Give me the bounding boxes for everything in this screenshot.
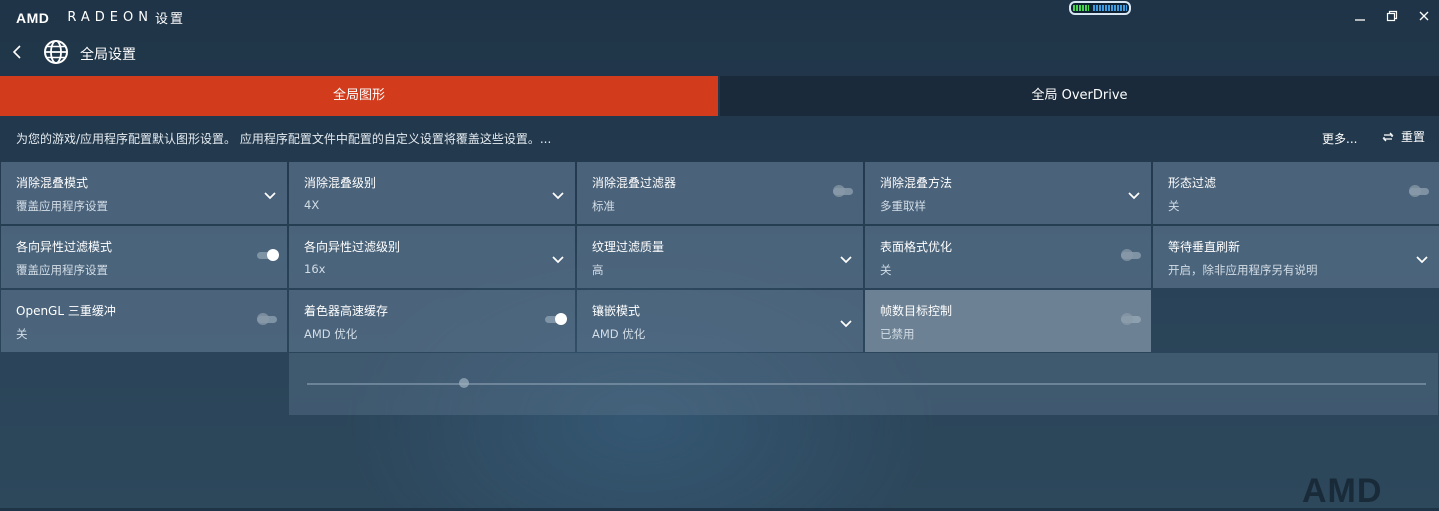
battery-remaining: [1093, 5, 1127, 11]
chevron-down-icon[interactable]: [839, 250, 853, 264]
back-button[interactable]: [8, 42, 28, 62]
battery-indicator: [1069, 1, 1131, 15]
close-icon: [1419, 11, 1429, 21]
toggle-knob: [555, 313, 567, 325]
setting-anti-aliasing-mode[interactable]: 消除混叠模式覆盖应用程序设置: [1, 162, 287, 224]
chevron-left-icon: [12, 45, 21, 59]
setting-label: 等待垂直刷新: [1168, 240, 1241, 254]
setting-label: 消除混叠过滤器: [592, 176, 677, 190]
setting-value: 关: [880, 263, 892, 277]
minimize-button[interactable]: [1348, 6, 1372, 26]
setting-label: 表面格式优化: [880, 240, 953, 254]
toggle-knob: [833, 185, 845, 197]
globe-icon: [42, 38, 70, 66]
setting-label: 镶嵌模式: [592, 304, 641, 318]
minimize-icon: [1355, 19, 1365, 21]
setting-label: 各向异性过滤级别: [304, 240, 401, 254]
chevron-down-icon[interactable]: [263, 186, 277, 200]
setting-label: 消除混叠模式: [16, 176, 89, 190]
toggle-knob: [1121, 249, 1133, 261]
chevron-down-icon[interactable]: [1127, 186, 1141, 200]
setting-label: 消除混叠方法: [880, 176, 953, 190]
amd-watermark: AMD: [1302, 472, 1383, 510]
setting-label: 纹理过滤质量: [592, 240, 665, 254]
page-description: 为您的游戏/应用程序配置默认图形设置。 应用程序配置文件中配置的自定义设置将覆盖…: [16, 132, 552, 146]
toggle-switch[interactable]: [1121, 312, 1143, 326]
tab-global-graphics[interactable]: 全局图形: [0, 76, 718, 116]
toggle-switch[interactable]: [257, 248, 279, 262]
more-link[interactable]: 更多...: [1322, 130, 1357, 147]
setting-value: 标准: [592, 199, 615, 213]
toggle-switch[interactable]: [833, 184, 855, 198]
setting-value: 开启，除非应用程序另有说明: [1168, 263, 1318, 277]
setting-anti-aliasing-level[interactable]: 消除混叠级别 4X: [289, 162, 575, 224]
reset-icon: [1382, 132, 1394, 141]
setting-value: 关: [16, 327, 28, 341]
reset-button[interactable]: 重置: [1382, 128, 1425, 145]
setting-value: 覆盖应用程序设置: [16, 199, 108, 213]
radeon-wordmark: RADEON: [67, 10, 153, 25]
setting-value: 高: [592, 263, 604, 277]
maximize-button[interactable]: [1380, 6, 1404, 26]
setting-morphological-filtering[interactable]: 形态过滤关: [1153, 162, 1439, 224]
chevron-down-icon[interactable]: [551, 250, 565, 264]
battery-fill: [1073, 5, 1089, 11]
toggle-knob: [1409, 185, 1421, 197]
setting-texture-filtering-quality[interactable]: 纹理过滤质量高: [577, 226, 863, 288]
settings-wordmark: 设置: [154, 12, 185, 27]
setting-frame-rate-target-control[interactable]: 帧数目标控制 已禁用: [865, 290, 1151, 352]
description-row: 为您的游戏/应用程序配置默认图形设置。 应用程序配置文件中配置的自定义设置将覆盖…: [0, 122, 1439, 152]
chevron-down-icon[interactable]: [839, 314, 853, 328]
setting-value: 4X: [304, 198, 320, 212]
setting-value: 已禁用: [880, 327, 915, 341]
nav-bar: 全局设置: [0, 36, 400, 72]
setting-label: 各向异性过滤模式: [16, 240, 113, 254]
slider-thumb[interactable]: [459, 378, 469, 388]
maximize-icon: [1386, 10, 1398, 22]
setting-surface-format-optimization[interactable]: 表面格式优化关: [865, 226, 1151, 288]
setting-label: OpenGL 三重缓冲: [16, 304, 116, 318]
app-brand: AMD RADEON 设置: [16, 8, 185, 28]
setting-value: 多重取样: [880, 199, 926, 213]
setting-value: AMD 优化: [592, 327, 646, 341]
setting-value: 关: [1168, 199, 1180, 213]
page-title: 全局设置: [80, 47, 136, 63]
setting-wait-for-vertical-refresh[interactable]: 等待垂直刷新开启，除非应用程序另有说明: [1153, 226, 1439, 288]
setting-value: 16x: [304, 262, 326, 276]
reset-label: 重置: [1401, 130, 1426, 144]
setting-label: 帧数目标控制: [880, 304, 953, 318]
tab-bar: 全局图形 全局 OverDrive: [0, 76, 1439, 116]
toggle-switch[interactable]: [257, 312, 279, 326]
toggle-switch[interactable]: [1121, 248, 1143, 262]
toggle-switch[interactable]: [545, 312, 567, 326]
setting-shader-cache[interactable]: 着色器高速缓存 AMD 优化: [289, 290, 575, 352]
toggle-switch[interactable]: [1409, 184, 1431, 198]
toggle-knob: [1121, 313, 1133, 325]
tab-global-overdrive[interactable]: 全局 OverDrive: [720, 76, 1439, 116]
setting-anisotropic-filtering-level[interactable]: 各向异性过滤级别 16x: [289, 226, 575, 288]
setting-anisotropic-filtering-mode[interactable]: 各向异性过滤模式 覆盖应用程序设置: [1, 226, 287, 288]
title-bar: AMD RADEON 设置: [0, 0, 1439, 32]
setting-anti-aliasing-method[interactable]: 消除混叠方法 多重取样: [865, 162, 1151, 224]
chevron-down-icon[interactable]: [551, 186, 565, 200]
close-button[interactable]: [1412, 6, 1436, 26]
amd-logo: AMD: [16, 9, 50, 26]
setting-label: 着色器高速缓存: [304, 304, 389, 318]
toggle-knob: [267, 249, 279, 261]
setting-anti-aliasing-filter[interactable]: 消除混叠过滤器 标准: [577, 162, 863, 224]
setting-label: 形态过滤: [1168, 176, 1217, 190]
chevron-down-icon[interactable]: [1415, 250, 1429, 264]
frame-target-slider: [289, 353, 1438, 415]
setting-value: 覆盖应用程序设置: [16, 263, 108, 277]
slider-track: [307, 383, 1426, 385]
setting-value: AMD 优化: [304, 327, 358, 341]
setting-tessellation-mode[interactable]: 镶嵌模式 AMD 优化: [577, 290, 863, 352]
setting-opengl-triple-buffering[interactable]: OpenGL 三重缓冲关: [1, 290, 287, 352]
toggle-knob: [257, 313, 269, 325]
setting-label: 消除混叠级别: [304, 176, 377, 190]
